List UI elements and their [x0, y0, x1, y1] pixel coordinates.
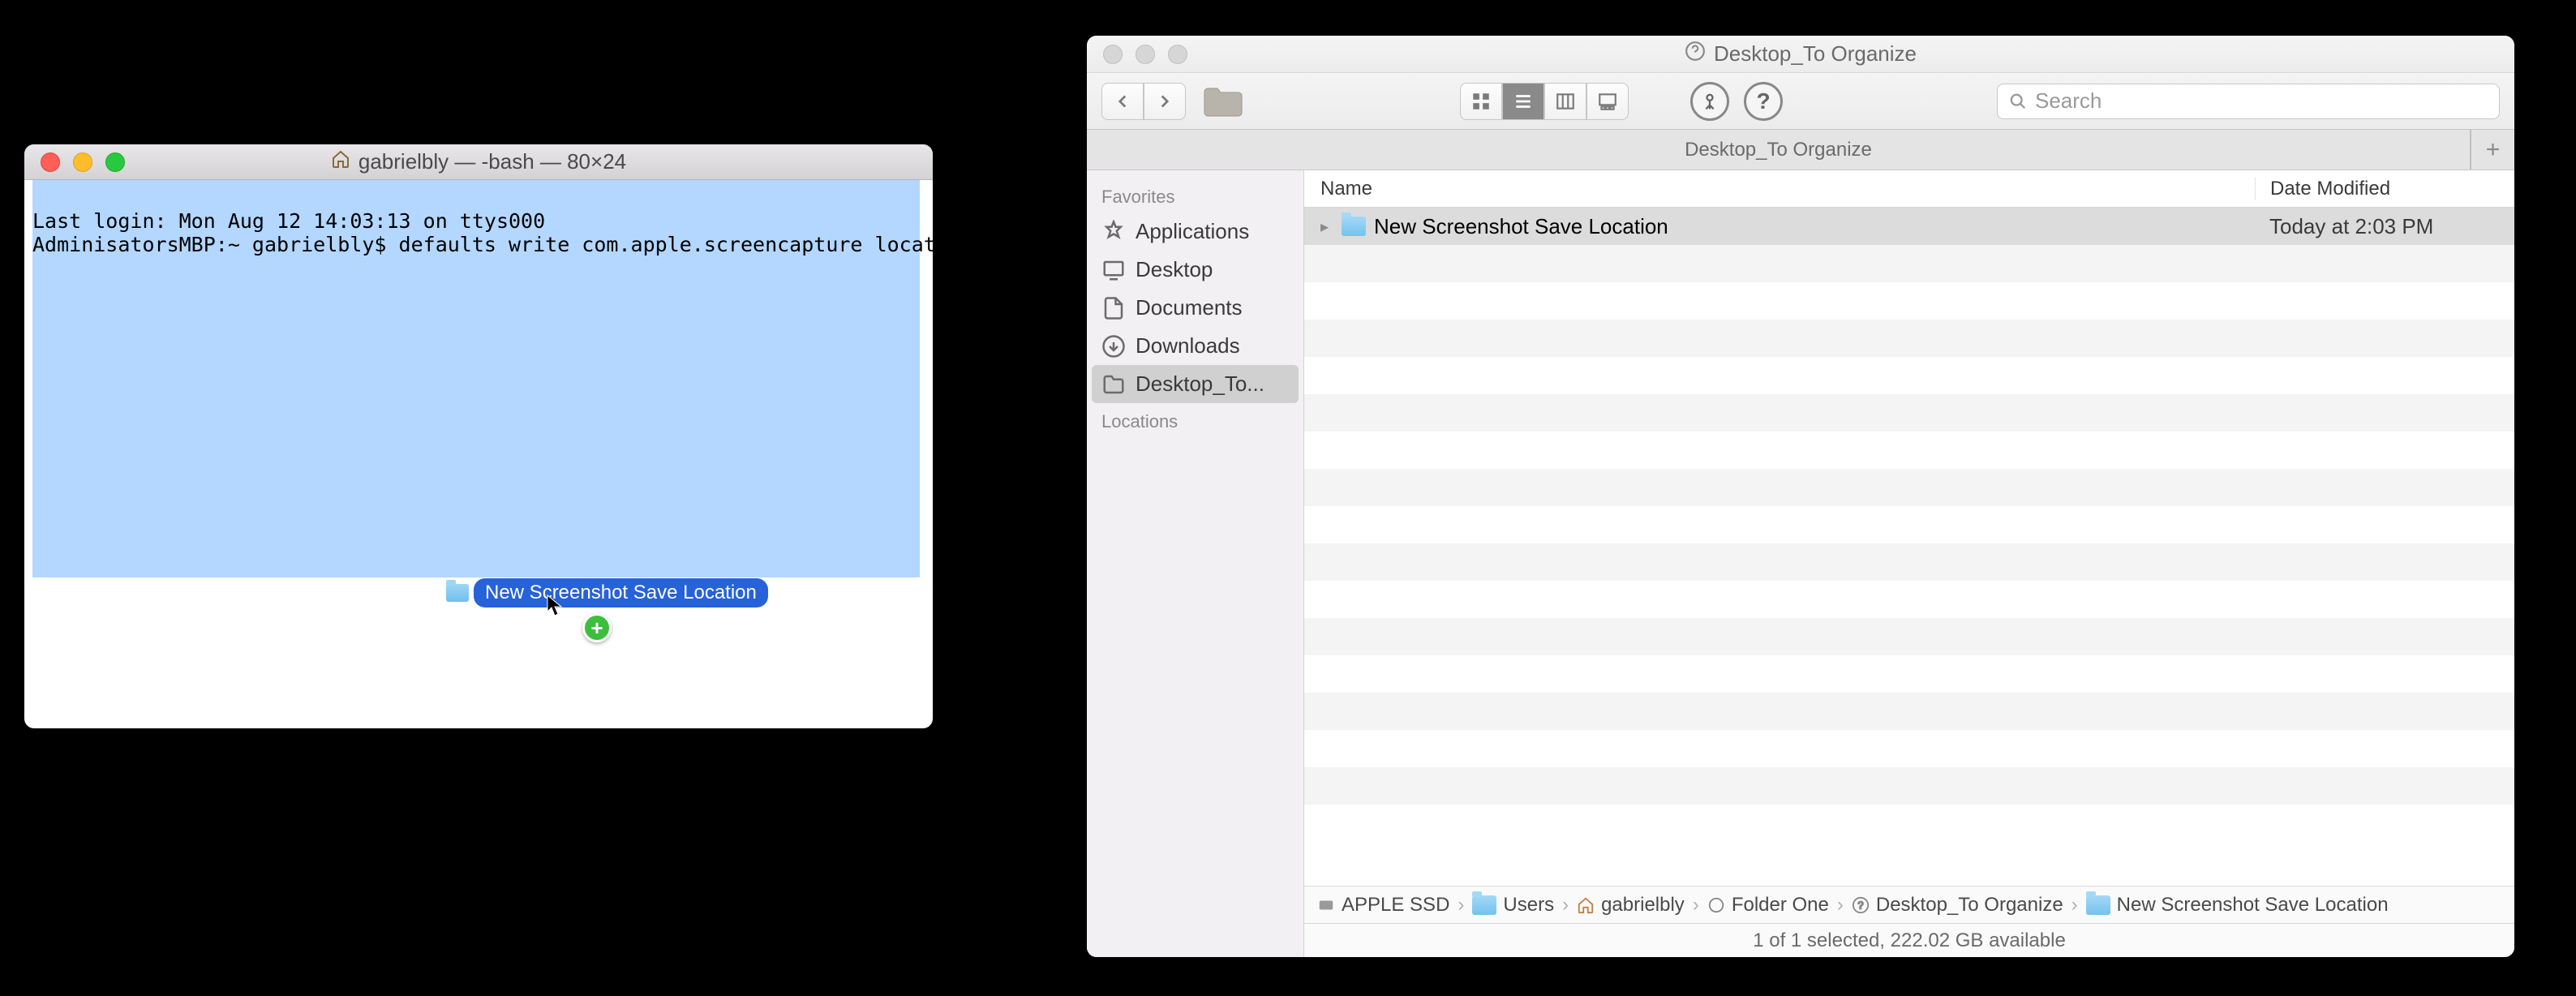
empty-row: [1304, 543, 2514, 581]
disclosure-triangle-icon[interactable]: ▸: [1320, 217, 1333, 237]
cursor-arrow-icon: [546, 595, 564, 621]
finder-window: Desktop_To Organize ? Search Desktop_To …: [1087, 36, 2514, 957]
empty-row: [1304, 245, 2514, 282]
finder-titlebar[interactable]: Desktop_To Organize: [1087, 36, 2514, 73]
folder-icon: [1342, 217, 1366, 236]
empty-row: [1304, 767, 2514, 805]
view-icon-button[interactable]: [1460, 83, 1502, 120]
help-icon: [1685, 41, 1706, 67]
empty-row: [1304, 394, 2514, 431]
terminal-window: gabrielbly — -bash — 80×24 Last login: M…: [24, 144, 933, 728]
sidebar-section-locations: Locations: [1087, 403, 1303, 437]
desktop-icon: [1101, 258, 1126, 282]
home-icon: [1577, 896, 1595, 914]
drag-proxy: New Screenshot Save Location: [446, 578, 768, 607]
empty-row: [1304, 469, 2514, 506]
search-field[interactable]: Search: [1997, 84, 2500, 119]
empty-row: [1304, 282, 2514, 320]
forward-button[interactable]: [1144, 83, 1186, 120]
file-row[interactable]: ▸ New Screenshot Save Location Today at …: [1304, 208, 2514, 245]
empty-row: [1304, 693, 2514, 730]
path-crumb[interactable]: Users: [1472, 894, 1554, 917]
drag-label-text: New Screenshot Save Location: [474, 578, 768, 607]
tab[interactable]: Desktop_To Organize: [1087, 130, 2471, 170]
empty-row: [1304, 581, 2514, 618]
close-button[interactable]: [1103, 45, 1123, 64]
plus-badge-icon: +: [582, 613, 612, 642]
sidebar-item-desktop[interactable]: Desktop: [1087, 251, 1303, 289]
minimize-button[interactable]: [1136, 45, 1155, 64]
column-headers[interactable]: Name Date Modified: [1304, 170, 2514, 208]
path-crumb[interactable]: APPLE SSD: [1317, 894, 1449, 917]
empty-row: [1304, 655, 2514, 693]
view-column-button[interactable]: [1544, 83, 1586, 120]
empty-row: [1304, 506, 2514, 543]
app-icon: [1101, 220, 1126, 244]
help-icon: ?: [1852, 896, 1870, 914]
folder-icon: [2086, 895, 2110, 915]
search-placeholder: Search: [2035, 88, 2102, 114]
sidebar-item-label: Applications: [1136, 219, 1249, 244]
back-button[interactable]: [1101, 83, 1144, 120]
sidebar-item-documents[interactable]: Documents: [1087, 289, 1303, 327]
folder-icon: [1472, 895, 1496, 915]
current-folder-icon: [1200, 83, 1246, 120]
sidebar-item-desktop-to-organize[interactable]: Desktop_To...: [1092, 365, 1299, 403]
path-crumb[interactable]: New Screenshot Save Location: [2086, 894, 2389, 917]
new-tab-button[interactable]: +: [2471, 130, 2514, 170]
terminal-title: gabrielbly — -bash — 80×24: [358, 149, 626, 174]
empty-row: [1304, 618, 2514, 655]
help-button[interactable]: ?: [1744, 82, 1783, 121]
folder-icon: [1101, 372, 1126, 397]
empty-row: [1304, 357, 2514, 394]
sidebar-section-favorites: Favorites: [1087, 178, 1303, 213]
empty-row: [1304, 431, 2514, 469]
sidebar-item-label: Documents: [1136, 295, 1243, 320]
sidebar-item-label: Desktop: [1136, 257, 1213, 282]
folder-icon: [446, 584, 469, 602]
sidebar-item-label: Downloads: [1136, 333, 1240, 358]
sidebar-item-downloads[interactable]: Downloads: [1087, 327, 1303, 365]
finder-title: Desktop_To Organize: [1714, 41, 1917, 67]
empty-row: [1304, 730, 2514, 767]
path-crumb[interactable]: ? Desktop_To Organize: [1852, 894, 2063, 917]
search-icon: [2009, 92, 2027, 110]
downloads-icon: [1101, 334, 1126, 358]
disk-icon: [1317, 896, 1335, 914]
file-list[interactable]: ▸ New Screenshot Save Location Today at …: [1304, 208, 2514, 886]
sidebar-item-applications[interactable]: Applications: [1087, 213, 1303, 251]
column-date[interactable]: Date Modified: [2255, 178, 2514, 200]
file-date: Today at 2:03 PM: [2255, 214, 2514, 239]
svg-text:?: ?: [1857, 899, 1863, 911]
file-name: New Screenshot Save Location: [1374, 214, 1668, 239]
home-icon: [331, 149, 350, 174]
path-bar[interactable]: APPLE SSD › Users › gabrielbly › Folder …: [1304, 886, 2514, 923]
finder-toolbar: ? Search: [1087, 73, 2514, 130]
sidebar: Favorites Applications Desktop Documents…: [1087, 170, 1304, 957]
sidebar-item-label: Desktop_To...: [1136, 371, 1264, 397]
path-crumb[interactable]: Folder One: [1707, 894, 1829, 917]
tag-icon: [1707, 896, 1725, 914]
empty-row: [1304, 320, 2514, 357]
terminal-line: Last login: Mon Aug 12 14:03:13 on ttys0…: [32, 209, 545, 233]
view-list-button[interactable]: [1502, 83, 1544, 120]
tags-icon[interactable]: [1690, 82, 1729, 121]
view-gallery-button[interactable]: [1586, 83, 1629, 120]
documents-icon: [1101, 296, 1126, 320]
status-text: 1 of 1 selected, 222.02 GB available: [1753, 929, 2066, 952]
maximize-button[interactable]: [1168, 45, 1187, 64]
path-crumb[interactable]: gabrielbly: [1577, 894, 1685, 917]
terminal-line: AdminisatorsMBP:~ gabrielbly$ defaults w…: [32, 233, 933, 256]
tab-bar: Desktop_To Organize +: [1087, 130, 2514, 170]
status-bar: 1 of 1 selected, 222.02 GB available: [1304, 923, 2514, 957]
column-name[interactable]: Name: [1304, 178, 2255, 200]
empty-row: [1304, 805, 2514, 842]
terminal-titlebar[interactable]: gabrielbly — -bash — 80×24: [24, 144, 933, 180]
